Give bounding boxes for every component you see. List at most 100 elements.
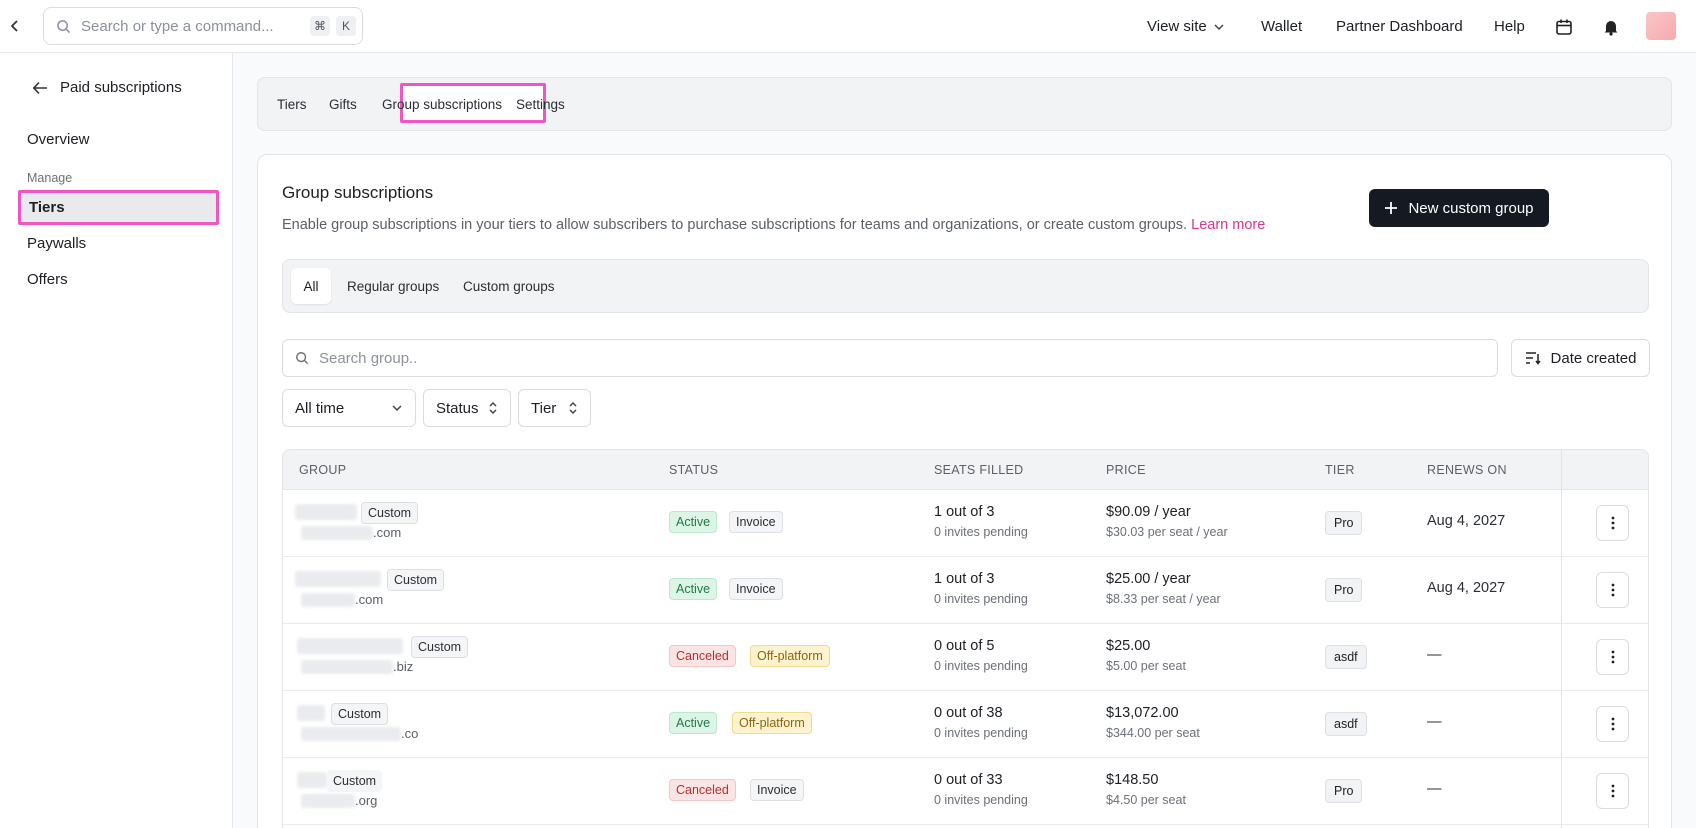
view-site-menu[interactable]: View site — [1147, 0, 1225, 53]
sidebar-item-offers[interactable]: Offers — [27, 271, 68, 288]
group-search-input[interactable]: Search group.. — [282, 339, 1498, 377]
command-key-hint: ⌘ — [310, 16, 330, 36]
notifications-button[interactable] — [1602, 0, 1620, 53]
group-type-tag: Custom — [327, 770, 383, 792]
col-group[interactable]: GROUP — [299, 450, 346, 490]
chevron-down-icon — [1214, 23, 1224, 30]
group-domain: .com — [373, 525, 402, 540]
k-key-hint: K — [336, 16, 356, 36]
seats-filled: 1 out of 3 — [934, 571, 995, 587]
redacted-domain — [301, 526, 373, 540]
sidebar: Paid subscriptions Overview Manage Tiers… — [0, 53, 233, 828]
partner-dashboard-link[interactable]: Partner Dashboard — [1336, 0, 1463, 53]
row-actions-button[interactable] — [1596, 773, 1629, 809]
section-tabs: Tiers Gifts Group subscriptions Settings — [257, 77, 1672, 131]
page-description: Enable group subscriptions in your tiers… — [282, 217, 1265, 233]
groups-table: GROUP STATUS SEATS FILLED PRICE TIER REN… — [282, 449, 1649, 828]
top-bar: Search or type a command... ⌘ K View sit… — [0, 0, 1696, 53]
tab-tiers[interactable]: Tiers — [277, 78, 307, 130]
status-badge: Active — [669, 511, 718, 533]
segment-custom-groups[interactable]: Custom groups — [463, 260, 555, 312]
seats-filled: 0 out of 33 — [934, 772, 1003, 788]
invites-pending: 0 invites pending — [934, 592, 1028, 606]
price-per-seat: $5.00 per seat — [1106, 659, 1186, 673]
command-search-input[interactable]: Search or type a command... ⌘ K — [43, 7, 363, 45]
table-row[interactable]: Custom .co Active Off-platform 0 out of … — [283, 691, 1648, 758]
calendar-button[interactable] — [1555, 0, 1573, 53]
tab-settings[interactable]: Settings — [516, 78, 565, 130]
redacted-group-name — [297, 638, 403, 654]
group-type-tag: Custom — [361, 502, 419, 524]
row-actions-button[interactable] — [1596, 639, 1629, 675]
invites-pending: 0 invites pending — [934, 726, 1028, 740]
sidebar-item-tiers[interactable]: Tiers — [18, 190, 219, 225]
collapse-back-button[interactable] — [0, 6, 30, 46]
table-header: GROUP STATUS SEATS FILLED PRICE TIER REN… — [283, 450, 1648, 490]
sidebar-section-manage: Manage — [27, 171, 73, 185]
tier-badge: asdf — [1325, 645, 1367, 669]
main-content: Tiers Gifts Group subscriptions Settings… — [233, 53, 1696, 828]
table-row[interactable]: Custom .com Active Invoice 1 out of 3 0 … — [283, 557, 1648, 624]
renews-on: Aug 4, 2027 — [1427, 580, 1506, 596]
table-row[interactable]: Custom .biz Canceled Off-platform 0 out … — [283, 624, 1648, 691]
sidebar-item-overview[interactable]: Overview — [27, 131, 90, 148]
new-custom-group-label: New custom group — [1408, 199, 1534, 217]
segment-regular-groups[interactable]: Regular groups — [347, 260, 439, 312]
more-vertical-icon — [1611, 784, 1614, 798]
status-badge: Active — [669, 712, 718, 734]
price: $25.00 / year — [1106, 571, 1191, 587]
more-vertical-icon — [1611, 717, 1614, 731]
col-seats-filled[interactable]: SEATS FILLED — [934, 450, 1024, 490]
billing-badge: Off-platform — [732, 712, 812, 734]
seats-filled: 1 out of 3 — [934, 504, 995, 520]
group-domain: .com — [355, 592, 384, 607]
table-row[interactable]: Custom .org Canceled Invoice 0 out of 33… — [283, 758, 1648, 825]
calendar-icon — [1556, 19, 1572, 35]
tab-gifts[interactable]: Gifts — [329, 78, 357, 130]
segment-all[interactable]: All — [291, 268, 331, 304]
tier-badge: Pro — [1325, 511, 1363, 535]
row-actions-button[interactable] — [1596, 505, 1629, 541]
price-per-seat: $8.33 per seat / year — [1106, 592, 1221, 606]
user-avatar[interactable] — [1646, 12, 1676, 40]
paid-subscriptions-back-link[interactable]: Paid subscriptions — [32, 79, 182, 96]
search-icon — [57, 19, 71, 33]
col-renews-on[interactable]: RENEWS ON — [1427, 450, 1507, 490]
chevron-down-icon — [392, 405, 402, 412]
col-price[interactable]: PRICE — [1106, 450, 1146, 490]
status-filter[interactable]: Status — [423, 389, 511, 427]
row-actions-button[interactable] — [1596, 706, 1629, 742]
tier-badge: asdf — [1325, 712, 1367, 736]
wallet-link[interactable]: Wallet — [1261, 0, 1302, 53]
sort-label: Date created — [1550, 349, 1637, 367]
tab-group-subscriptions[interactable]: Group subscriptions — [382, 78, 502, 130]
renews-on: — — [1427, 781, 1442, 797]
price: $148.50 — [1106, 772, 1159, 788]
status-filter-label: Status — [436, 399, 479, 417]
learn-more-link[interactable]: Learn more — [1191, 217, 1265, 233]
seats-filled: 0 out of 38 — [934, 705, 1003, 721]
tier-filter[interactable]: Tier — [518, 389, 591, 427]
renews-on: — — [1427, 647, 1442, 663]
price: $13,072.00 — [1106, 705, 1179, 721]
help-link[interactable]: Help — [1494, 0, 1525, 53]
redacted-group-name — [295, 571, 381, 587]
group-search-placeholder: Search group.. — [319, 349, 418, 367]
renews-on: — — [1427, 714, 1442, 730]
row-actions-button[interactable] — [1596, 572, 1629, 608]
sort-date-created-button[interactable]: Date created — [1511, 339, 1650, 377]
invites-pending: 0 invites pending — [934, 793, 1028, 807]
col-tier[interactable]: TIER — [1325, 450, 1355, 490]
group-subscriptions-card: Group subscriptions Enable group subscri… — [257, 154, 1672, 828]
sidebar-item-paywalls[interactable]: Paywalls — [27, 235, 86, 252]
col-status[interactable]: STATUS — [669, 450, 718, 490]
sort-icon — [1525, 352, 1541, 365]
table-row[interactable]: Custom .com Active Invoice 1 out of 3 0 … — [283, 490, 1648, 557]
tier-badge: Pro — [1325, 779, 1363, 803]
description-text: Enable group subscriptions in your tiers… — [282, 217, 1188, 233]
time-range-select[interactable]: All time — [282, 389, 416, 427]
arrow-left-icon — [32, 81, 47, 94]
tier-filter-label: Tier — [531, 399, 557, 417]
new-custom-group-button[interactable]: New custom group — [1369, 189, 1549, 227]
bell-icon — [1604, 20, 1618, 36]
